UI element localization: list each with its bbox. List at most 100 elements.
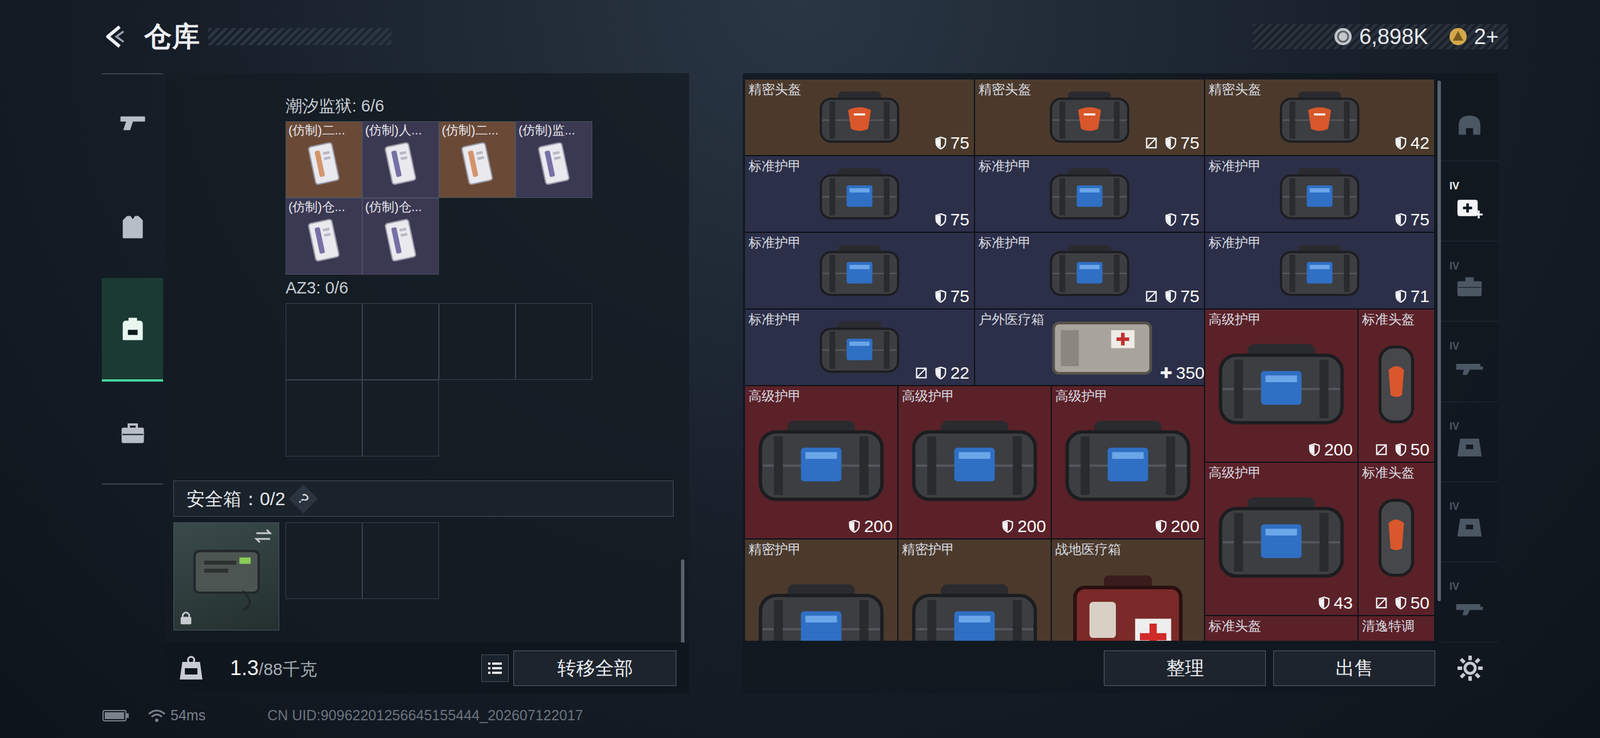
sidebar-item[interactable] xyxy=(101,278,164,383)
keycard-icon xyxy=(303,137,344,191)
item-value: 75 xyxy=(950,134,970,152)
stash-item[interactable]: 标准护甲75 xyxy=(745,232,974,309)
stash-grid-area: 精密头盔75精密头盔75精密头盔42标准护甲75标准护甲75标准护甲75标准护甲… xyxy=(742,73,1441,643)
container-grid: (仿制)二...(仿制)人...(仿制)二...(仿制)监...(仿制)仓...… xyxy=(285,121,593,275)
stash-item[interactable]: 高级护甲200 xyxy=(1205,309,1358,462)
currency-item: 2+ xyxy=(1447,25,1499,48)
filter-item[interactable]: IV xyxy=(1440,482,1499,563)
stash-item[interactable]: 标准护甲22 xyxy=(745,309,974,386)
rifle-icon xyxy=(1453,592,1486,621)
stash-item[interactable]: 标准头盔 xyxy=(1205,616,1358,641)
item-image xyxy=(745,557,898,641)
item-stats: 75 xyxy=(1362,211,1435,232)
list-button[interactable] xyxy=(481,654,509,683)
empty-slot[interactable] xyxy=(362,303,439,380)
stash-item[interactable]: 高级护甲43 xyxy=(1205,462,1358,616)
stash-item[interactable]: 精密护甲 xyxy=(745,539,898,641)
transfer-all-button[interactable]: 转移全部 xyxy=(513,650,677,687)
item-value: 42 xyxy=(1410,134,1430,152)
empty-slot[interactable] xyxy=(438,303,516,380)
shield-icon xyxy=(1394,442,1408,457)
empty-slot[interactable] xyxy=(515,303,593,380)
filter-item[interactable]: IV xyxy=(1440,241,1499,322)
stash-item[interactable]: 精密头盔 42 xyxy=(1205,79,1435,156)
weight-max: /88千克 xyxy=(258,656,318,683)
tier-label: IV xyxy=(1449,260,1460,272)
key-card[interactable]: (仿制)仓... xyxy=(285,197,363,275)
back-icon[interactable] xyxy=(101,23,129,50)
bag-icon xyxy=(1453,432,1486,461)
item-name: 精密头盔 xyxy=(1205,79,1277,98)
item-image xyxy=(898,557,1051,641)
item-image xyxy=(1051,557,1205,641)
key-card[interactable]: (仿制)二... xyxy=(285,121,363,198)
stash-item[interactable]: 户外医疗箱✚350 xyxy=(975,309,1205,386)
filter-item[interactable]: IV xyxy=(1440,402,1499,483)
stash-item[interactable]: 高级护甲200 xyxy=(1051,386,1205,539)
item-value: 200 xyxy=(864,517,893,536)
loadout-content: 潮汐监狱: 6/6(仿制)二...(仿制)人...(仿制)二...(仿制)监..… xyxy=(165,73,689,643)
keycard-icon xyxy=(457,137,498,191)
empty-slot[interactable] xyxy=(285,303,363,380)
filter-item[interactable]: IV xyxy=(1440,161,1499,242)
currency-amount: 6,898K xyxy=(1359,25,1428,48)
stash-item[interactable]: 清逸特调 xyxy=(1358,616,1435,641)
scrollbar[interactable] xyxy=(680,559,685,643)
stash-item[interactable]: 标准护甲75 xyxy=(975,232,1205,309)
filter-item[interactable]: IV xyxy=(1440,562,1499,643)
unrepairable-icon xyxy=(1375,443,1388,457)
unrepairable-icon xyxy=(1375,596,1388,610)
stash-item[interactable]: 标准头盔50 xyxy=(1358,462,1435,616)
item-name: 标准护甲 xyxy=(975,156,1047,174)
stash-grid: 精密头盔75精密头盔75精密头盔42标准护甲75标准护甲75标准护甲75标准护甲… xyxy=(745,79,1435,641)
unrepairable-mark xyxy=(1375,443,1392,457)
stash-item[interactable]: 战地医疗箱 xyxy=(1051,539,1205,641)
sidebar-item[interactable] xyxy=(101,176,164,279)
stash-item[interactable]: 精密头盔75 xyxy=(975,79,1205,156)
stash-item[interactable]: 标准护甲71 xyxy=(1205,232,1435,309)
item-image xyxy=(1046,79,1133,156)
key-card[interactable]: (仿制)人... xyxy=(362,121,439,198)
empty-slot[interactable] xyxy=(362,522,439,600)
category-sidebar xyxy=(101,73,164,485)
action-button[interactable]: 整理 xyxy=(1103,650,1266,687)
filter-item[interactable] xyxy=(1440,81,1499,162)
filter-badge: IV xyxy=(1449,423,1490,461)
stash-item[interactable]: 高级护甲200 xyxy=(898,386,1051,539)
key-card[interactable]: (仿制)监... xyxy=(515,121,593,198)
swap-icon[interactable] xyxy=(253,527,273,545)
key-card[interactable]: (仿制)二... xyxy=(438,121,516,198)
stash-item[interactable]: 标准头盔50 xyxy=(1358,309,1435,462)
empty-slot[interactable] xyxy=(285,379,363,457)
container-grid xyxy=(285,303,593,457)
swap-button[interactable] xyxy=(253,527,273,545)
sidebar-item[interactable] xyxy=(101,74,164,177)
empty-slot[interactable] xyxy=(285,522,363,600)
stash-item[interactable]: 标准护甲75 xyxy=(1205,156,1435,232)
filter-item[interactable]: IV xyxy=(1440,321,1499,402)
item-name: 标准护甲 xyxy=(1205,232,1277,251)
unrepairable-mark xyxy=(1145,290,1162,303)
safebox-case-icon xyxy=(186,536,267,617)
item-stats: 200 xyxy=(745,517,898,539)
gear-icon[interactable] xyxy=(1455,654,1485,683)
stash-item[interactable]: 精密护甲 xyxy=(898,539,1051,641)
stash-item[interactable]: 标准护甲75 xyxy=(745,156,974,232)
stash-item[interactable]: 精密头盔75 xyxy=(745,79,974,156)
weight-bar: 1.3/88千克转移全部 xyxy=(165,642,689,694)
stash-item[interactable]: 标准护甲75 xyxy=(975,156,1205,232)
action-button[interactable]: 出售 xyxy=(1273,650,1436,687)
unrepairable-mark xyxy=(915,366,932,380)
armor-bag-icon xyxy=(1046,165,1133,223)
keycard-icon xyxy=(303,214,344,268)
key-card[interactable]: (仿制)仓... xyxy=(362,197,439,275)
armor-bag-icon xyxy=(907,579,1043,642)
sidebar-item[interactable] xyxy=(101,381,164,484)
stash-item[interactable]: 高级护甲200 xyxy=(745,386,898,539)
help-badge[interactable]: ? xyxy=(288,484,319,514)
rifle-icon xyxy=(1453,352,1486,380)
item-image xyxy=(816,79,903,156)
empty-slot[interactable] xyxy=(362,379,439,457)
shield-icon xyxy=(1394,596,1408,611)
safebox-item[interactable] xyxy=(173,522,280,631)
